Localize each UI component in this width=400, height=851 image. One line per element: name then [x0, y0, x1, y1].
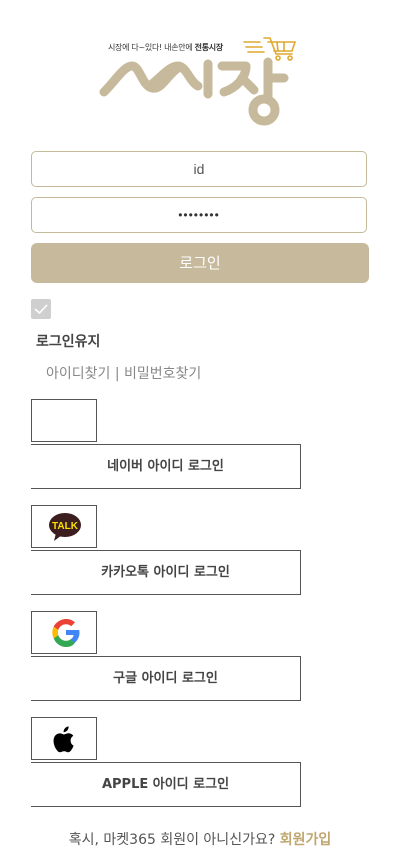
naver-login-button[interactable]: 네이버 아이디 로그인: [31, 444, 301, 489]
id-input[interactable]: [31, 151, 367, 187]
signup-link[interactable]: 회원가입: [280, 832, 332, 848]
kakao-login-button[interactable]: 카카오톡 아이디 로그인: [31, 550, 301, 595]
brand-logo: 시장에 다~있다! 내손안에 전통시장: [96, 32, 306, 128]
find-account-links: 아이디찾기 | 비밀번호찾기: [46, 363, 201, 383]
check-icon: [34, 304, 48, 315]
kakao-talk-icon: TALK: [49, 513, 81, 541]
apple-login-button[interactable]: APPLE 아이디 로그인: [31, 762, 301, 807]
logo-wordmark: [99, 57, 289, 126]
kakao-icon-box[interactable]: TALK: [31, 505, 97, 548]
signup-question: 혹시, 마켓365 회원이 아니신가요?: [68, 832, 280, 848]
find-password-link[interactable]: 비밀번호찾기: [124, 366, 201, 382]
link-separator: |: [110, 366, 125, 382]
kakao-icon-text: TALK: [52, 521, 79, 532]
google-login-button[interactable]: 구글 아이디 로그인: [31, 656, 301, 701]
naver-icon-box[interactable]: [31, 399, 97, 442]
login-button[interactable]: 로그인: [31, 243, 369, 283]
keep-login-checkbox[interactable]: [31, 299, 51, 319]
find-id-link[interactable]: 아이디찾기: [46, 366, 110, 382]
logo-tagline: 시장에 다~있다! 내손안에 전통시장: [108, 43, 223, 52]
apple-icon-box[interactable]: [31, 717, 97, 760]
google-icon-box[interactable]: [31, 611, 97, 654]
password-input[interactable]: [31, 197, 367, 233]
keep-login-label: 로그인유지: [36, 334, 101, 350]
google-icon: [52, 619, 80, 647]
apple-icon: [53, 726, 74, 753]
signup-prompt: 혹시, 마켓365 회원이 아니신가요? 회원가입: [0, 829, 400, 849]
